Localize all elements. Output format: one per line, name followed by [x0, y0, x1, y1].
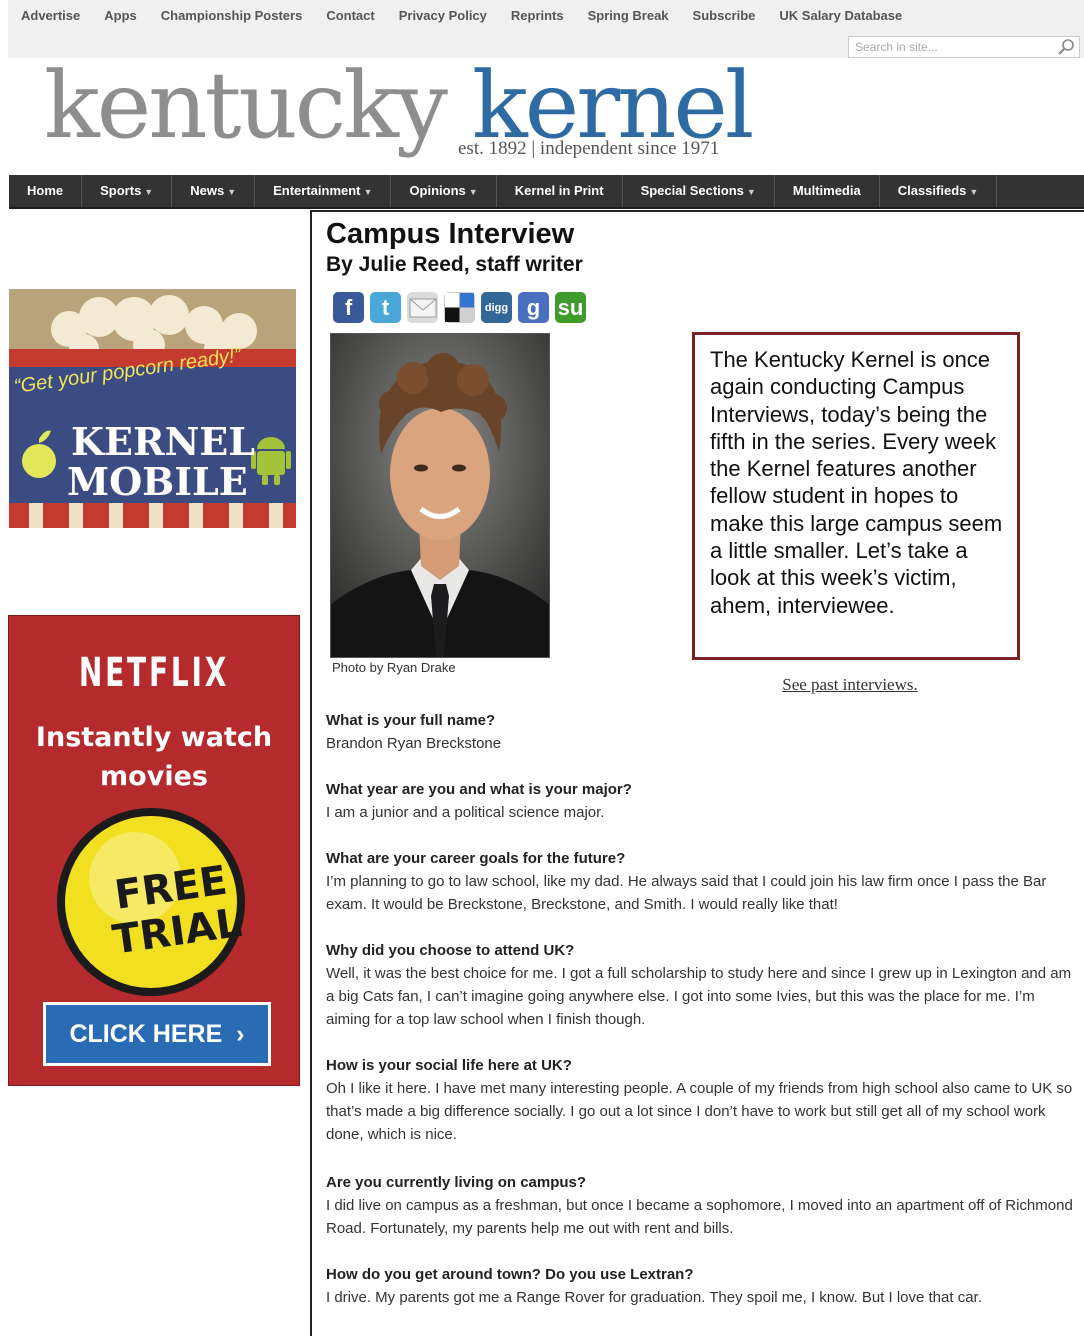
- question: How do you get around town? Do you use L…: [326, 1266, 694, 1283]
- qa-item: How is your social life here at UK? Oh I …: [326, 1054, 1078, 1146]
- question: What are your career goals for the futur…: [326, 850, 626, 867]
- top-link-reprints[interactable]: Reprints: [498, 8, 575, 23]
- facebook-icon[interactable]: f: [333, 292, 364, 323]
- answer: I am a junior and a political science ma…: [326, 804, 605, 821]
- top-link-apps[interactable]: Apps: [91, 8, 148, 23]
- question: What year are you and what is your major…: [326, 781, 632, 798]
- qa-item: Why did you choose to attend UK? Well, it…: [326, 939, 1078, 1031]
- nav-label: Kernel in Print: [514, 183, 604, 198]
- nav-label: Entertainment: [273, 183, 361, 198]
- main-nav: Home Sports ▼ News ▼ Entertainment ▼ Opinions ▼ K…: [9, 175, 1084, 209]
- answer: Oh I like it here. I have met many inter…: [326, 1080, 1073, 1143]
- netflix-headline: Instantly watch movies: [35, 722, 273, 792]
- top-link-uk-salary-database[interactable]: UK Salary Database: [766, 8, 913, 23]
- content-border-top: [312, 210, 1084, 212]
- ad-kernel-text: KERNEL: [71, 419, 255, 464]
- nav-entertainment[interactable]: Entertainment ▼: [255, 175, 392, 207]
- stumbleupon-icon[interactable]: su: [555, 292, 586, 323]
- nav-home[interactable]: Home: [9, 175, 83, 207]
- question: What is your full name?: [326, 712, 496, 729]
- top-link-advertise[interactable]: Advertise: [8, 8, 91, 23]
- digg-icon[interactable]: digg: [481, 292, 512, 323]
- qa-list: What is your full name? Brandon Ryan Brec…: [326, 709, 1078, 1309]
- photo-credit: Photo by Ryan Drake: [332, 660, 456, 675]
- top-link-subscribe[interactable]: Subscribe: [680, 8, 767, 23]
- chevron-down-icon: ▼: [144, 187, 154, 197]
- question: Why did you choose to attend UK?: [326, 942, 575, 959]
- nav-label: Special Sections: [640, 183, 744, 198]
- qa-item: What year are you and what is your major…: [326, 778, 1078, 824]
- answer: I did live on campus as a freshman, but …: [326, 1197, 1073, 1237]
- question: How is your social life here at UK?: [326, 1057, 572, 1074]
- content-border-left: [310, 210, 312, 1336]
- logo-word-kentucky: kentucky: [44, 52, 448, 159]
- chevron-down-icon: ▼: [363, 187, 373, 197]
- email-icon[interactable]: [407, 292, 438, 323]
- chevron-right-icon: ›: [229, 1020, 245, 1048]
- chevron-down-icon: ▼: [227, 187, 237, 197]
- site-logo[interactable]: kentucky kernel est. 1892 | independent …: [44, 52, 784, 170]
- ad-mobile-text: MOBILE: [67, 459, 248, 504]
- google-icon[interactable]: g: [518, 292, 549, 323]
- nav-label: Sports: [100, 183, 142, 198]
- interviewee-photo: [330, 333, 550, 658]
- kernel-mobile-ad[interactable]: “Get your popcorn ready!” KERNEL MOBILE: [9, 289, 296, 528]
- qa-item: Are you currently living on campus? I did…: [326, 1171, 1078, 1240]
- answer: I drive. My parents got me a Range Rover…: [326, 1289, 982, 1306]
- search-box[interactable]: Search in site...: [848, 36, 1080, 58]
- nav-news[interactable]: News ▼: [172, 175, 256, 207]
- click-here-label: CLICK HERE: [69, 1020, 223, 1048]
- chevron-down-icon: ▼: [969, 187, 979, 197]
- share-icons: f t digg g su: [333, 292, 586, 323]
- nav-sports[interactable]: Sports ▼: [82, 175, 173, 207]
- top-link-championship-posters[interactable]: Championship Posters: [148, 8, 314, 23]
- question: Are you currently living on campus?: [326, 1174, 587, 1191]
- top-links-bar: Advertise Apps Championship Posters Contact…: [8, 0, 1084, 58]
- qa-item: How do you get around town? Do you use L…: [326, 1263, 1078, 1309]
- article-title: Campus Interview: [326, 218, 575, 250]
- delicious-icon[interactable]: [444, 292, 475, 323]
- qa-item: What is your full name? Brandon Ryan Brec…: [326, 709, 1078, 755]
- intro-box: The Kentucky Kernel is once again conduc…: [692, 332, 1020, 660]
- intro-text: The Kentucky Kernel is once again conduc…: [710, 347, 1003, 618]
- nav-label: Classifieds: [897, 183, 967, 198]
- top-link-contact[interactable]: Contact: [313, 8, 385, 23]
- nav-label: Multimedia: [792, 183, 861, 198]
- top-links: Advertise Apps Championship Posters Contact…: [8, 8, 913, 23]
- article-byline: By Julie Reed, staff writer: [326, 253, 583, 276]
- nav-label: Home: [27, 183, 64, 198]
- nav-kernel-in-print[interactable]: Kernel in Print: [497, 175, 623, 207]
- click-here-button[interactable]: CLICK HERE ›: [43, 1002, 271, 1066]
- nav-classifieds[interactable]: Classifieds ▼: [880, 175, 998, 207]
- past-interviews-link[interactable]: See past interviews.: [692, 675, 1008, 695]
- answer: Brandon Ryan Breckstone: [326, 735, 502, 752]
- search-icon[interactable]: [1057, 38, 1075, 56]
- nav-opinions[interactable]: Opinions ▼: [391, 175, 497, 207]
- answer: Well, it was the best choice for me. I g…: [326, 965, 1072, 1028]
- answer: I’m planning to go to law school, like m…: [326, 873, 1047, 913]
- twitter-icon[interactable]: t: [370, 292, 401, 323]
- nav-multimedia[interactable]: Multimedia: [775, 175, 880, 207]
- netflix-logo: NETFLIX: [78, 650, 230, 696]
- nav-label: News: [190, 183, 225, 198]
- search-input[interactable]: Search in site...: [855, 40, 938, 54]
- nav-special-sections[interactable]: Special Sections ▼: [623, 175, 775, 207]
- qa-item: What are your career goals for the futur…: [326, 847, 1078, 916]
- chevron-down-icon: ▼: [468, 187, 478, 197]
- top-link-spring-break[interactable]: Spring Break: [575, 8, 680, 23]
- top-link-privacy-policy[interactable]: Privacy Policy: [386, 8, 498, 23]
- chevron-down-icon: ▼: [746, 187, 756, 197]
- netflix-ad[interactable]: NETFLIX Instantly watch movies FREE TRIA…: [8, 615, 300, 1086]
- logo-tagline: est. 1892 | independent since 1971: [458, 138, 720, 159]
- nav-label: Opinions: [409, 183, 466, 198]
